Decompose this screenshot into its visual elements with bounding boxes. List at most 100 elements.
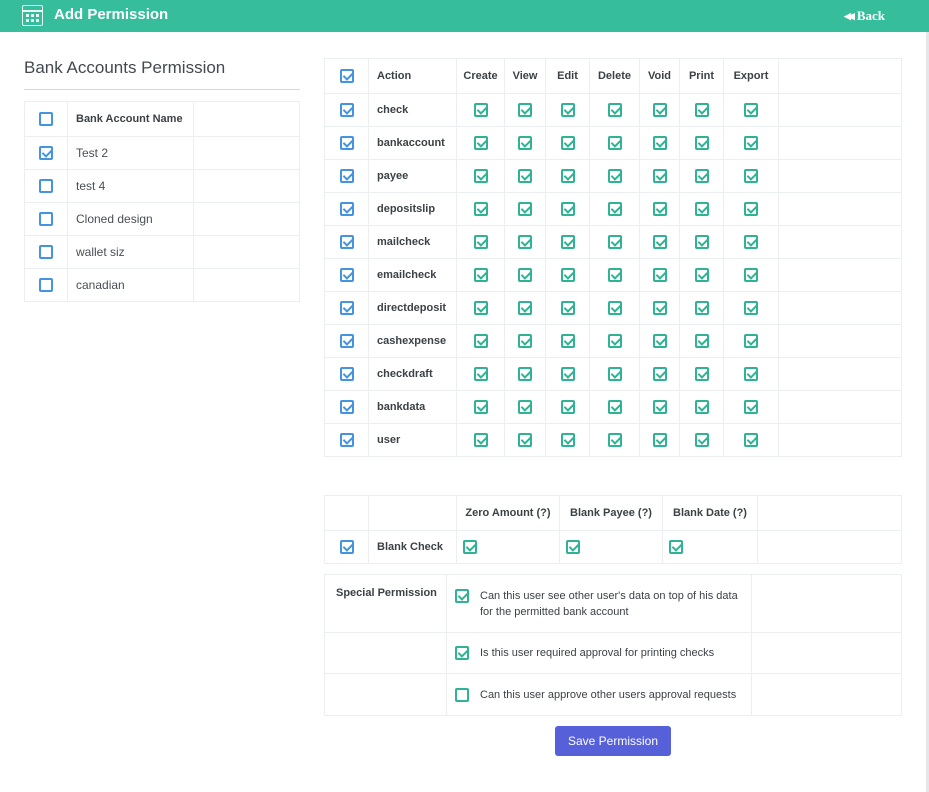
permission-create-checkbox[interactable] [473,202,488,217]
permission-export-checkbox[interactable] [744,367,758,382]
permission-delete-checkbox[interactable] [607,235,622,250]
permission-delete-checkbox[interactable] [607,433,622,448]
permission-void-checkbox[interactable] [652,235,667,250]
permission-edit-checkbox[interactable] [560,136,575,151]
special-permission-checkbox[interactable] [455,646,469,660]
permission-view-checkbox[interactable] [518,400,532,415]
permission-create-checkbox[interactable] [473,367,488,382]
permission-print-checkbox[interactable] [694,136,709,151]
permission-print-checkbox[interactable] [694,202,709,217]
blank-check-option-checkbox[interactable] [669,540,683,555]
permission-void-checkbox[interactable] [652,103,667,118]
permission-delete-checkbox[interactable] [607,334,622,349]
permission-create-checkbox[interactable] [473,334,488,349]
permission-view-checkbox[interactable] [518,202,532,217]
permission-export-checkbox[interactable] [744,235,758,250]
permission-print-checkbox[interactable] [694,400,709,415]
permission-export-checkbox[interactable] [744,202,758,217]
permission-void-checkbox[interactable] [652,169,667,184]
permission-delete-checkbox[interactable] [607,202,622,217]
blank-check-option-checkbox[interactable] [566,540,580,555]
select-all-actions-checkbox[interactable] [339,69,354,84]
action-row-checkbox[interactable] [339,433,354,448]
permission-delete-checkbox[interactable] [607,301,622,316]
action-row-checkbox[interactable] [339,268,354,283]
permission-export-checkbox[interactable] [744,400,758,415]
account-checkbox[interactable] [39,212,53,227]
permission-delete-checkbox[interactable] [607,400,622,415]
action-row-checkbox[interactable] [339,400,354,415]
permission-void-checkbox[interactable] [652,136,667,151]
action-row-checkbox[interactable] [339,235,354,250]
permission-edit-checkbox[interactable] [560,202,575,217]
blank-check-checkbox[interactable] [339,540,354,555]
permission-edit-checkbox[interactable] [560,367,575,382]
blank-check-option-checkbox[interactable] [463,540,477,555]
permission-view-checkbox[interactable] [518,268,532,283]
action-row-checkbox[interactable] [339,202,354,217]
permission-void-checkbox[interactable] [652,301,667,316]
permission-create-checkbox[interactable] [473,400,488,415]
permission-print-checkbox[interactable] [694,268,709,283]
permission-edit-checkbox[interactable] [560,301,575,316]
permission-create-checkbox[interactable] [473,169,488,184]
permission-export-checkbox[interactable] [744,334,758,349]
permission-edit-checkbox[interactable] [560,103,575,118]
permission-export-checkbox[interactable] [744,268,758,283]
permission-view-checkbox[interactable] [518,367,532,382]
permission-print-checkbox[interactable] [694,433,709,448]
permission-create-checkbox[interactable] [473,136,488,151]
permission-view-checkbox[interactable] [518,301,532,316]
permission-export-checkbox[interactable] [744,103,758,118]
action-row-checkbox[interactable] [339,103,354,118]
permission-void-checkbox[interactable] [652,400,667,415]
permission-edit-checkbox[interactable] [560,268,575,283]
permission-delete-checkbox[interactable] [607,169,622,184]
action-row-checkbox[interactable] [339,334,354,349]
action-row-checkbox[interactable] [339,367,354,382]
permission-export-checkbox[interactable] [744,301,758,316]
permission-print-checkbox[interactable] [694,235,709,250]
permission-create-checkbox[interactable] [473,301,488,316]
permission-void-checkbox[interactable] [652,367,667,382]
permission-delete-checkbox[interactable] [607,268,622,283]
permission-view-checkbox[interactable] [518,334,532,349]
permission-export-checkbox[interactable] [744,433,758,448]
permission-export-checkbox[interactable] [744,136,758,151]
permission-print-checkbox[interactable] [694,367,709,382]
back-button[interactable]: ◀◀ Back [844,8,885,24]
permission-view-checkbox[interactable] [518,103,532,118]
account-checkbox[interactable] [39,146,53,161]
save-permission-button[interactable]: Save Permission [555,726,671,756]
special-permission-checkbox[interactable] [455,687,469,702]
permission-print-checkbox[interactable] [694,301,709,316]
permission-create-checkbox[interactable] [473,433,488,448]
account-checkbox[interactable] [39,278,53,293]
permission-void-checkbox[interactable] [652,268,667,283]
permission-create-checkbox[interactable] [473,268,488,283]
permission-view-checkbox[interactable] [518,136,532,151]
permission-edit-checkbox[interactable] [560,334,575,349]
action-row-checkbox[interactable] [339,301,354,316]
account-checkbox[interactable] [39,179,53,194]
action-row-checkbox[interactable] [339,169,354,184]
permission-void-checkbox[interactable] [652,334,667,349]
permission-void-checkbox[interactable] [652,433,667,448]
permission-export-checkbox[interactable] [744,169,758,184]
permission-print-checkbox[interactable] [694,103,709,118]
permission-edit-checkbox[interactable] [560,235,575,250]
special-permission-checkbox[interactable] [455,588,469,603]
permission-print-checkbox[interactable] [694,169,709,184]
permission-edit-checkbox[interactable] [560,433,575,448]
permission-edit-checkbox[interactable] [560,169,575,184]
permission-print-checkbox[interactable] [694,334,709,349]
permission-create-checkbox[interactable] [473,103,488,118]
permission-view-checkbox[interactable] [518,433,532,448]
account-checkbox[interactable] [39,245,53,260]
permission-delete-checkbox[interactable] [607,136,622,151]
permission-create-checkbox[interactable] [473,235,488,250]
permission-edit-checkbox[interactable] [560,400,575,415]
permission-view-checkbox[interactable] [518,235,532,250]
permission-void-checkbox[interactable] [652,202,667,217]
select-all-accounts-checkbox[interactable] [39,112,53,127]
